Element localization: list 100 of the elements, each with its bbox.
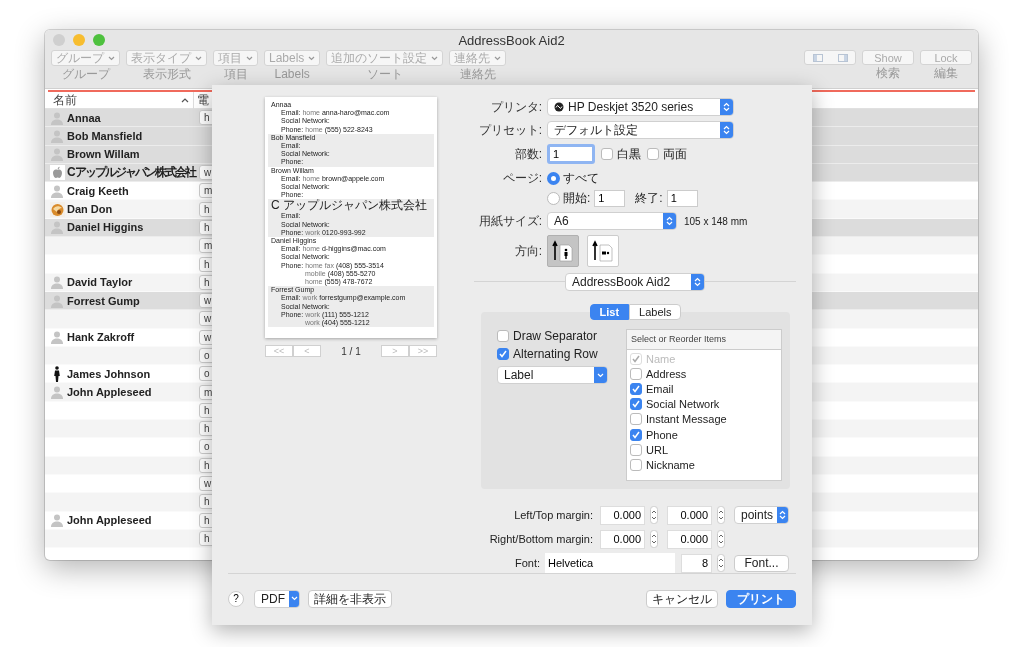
person-icon [50, 330, 64, 345]
person-icon [50, 385, 64, 400]
margin-field[interactable]: 0.000 [667, 505, 712, 525]
chevron-icon [290, 596, 298, 601]
chevron-icon [195, 55, 202, 61]
checkmark-icon [631, 399, 641, 410]
contact-name: Craig Keeth [67, 184, 129, 197]
chevron-icon [246, 55, 253, 61]
contact-name: James Johnson [67, 367, 151, 380]
tab[interactable]: List [589, 304, 630, 320]
stepper-icon[interactable] [717, 530, 725, 548]
chevron-icon [597, 372, 604, 378]
field-label: 終了: [635, 189, 663, 207]
field-label: Font: [513, 557, 540, 569]
contact-name: Dan Don [67, 203, 113, 216]
font-size-field[interactable]: 8 [681, 553, 712, 573]
updown-icon [694, 277, 701, 287]
checkbox[interactable]: Address [630, 366, 781, 382]
from-page-field[interactable]: 1 [594, 189, 626, 207]
copies-field[interactable]: 1 [547, 144, 595, 164]
preset-popup[interactable]: デフォルト設定 [547, 121, 734, 139]
apple-icon [49, 165, 65, 181]
toolbar-label: 項目 [223, 67, 248, 82]
field-label: Right/Bottom margin: [488, 533, 593, 545]
person-icon [50, 128, 64, 143]
standing-figure-icon [52, 365, 62, 382]
field-label: ページ: [501, 169, 542, 187]
contact-name: Bob Mansfield [67, 129, 143, 142]
unit-popup[interactable]: points [734, 506, 789, 524]
checkbox[interactable]: Social Network [630, 396, 781, 412]
field-label: 用紙サイズ: [477, 212, 542, 230]
field-label: 方向: [513, 242, 542, 260]
updown-icon [779, 510, 786, 520]
contact-name: Forrest Gump [67, 294, 140, 307]
landscape-button[interactable] [587, 235, 619, 267]
field-label: プリセット: [477, 121, 542, 139]
page-number: 1 / 1 [341, 345, 361, 357]
chevron-icon [308, 55, 316, 61]
radio-button[interactable]: すべて [547, 169, 599, 187]
checkmark-icon [498, 349, 508, 359]
stepper-icon[interactable] [717, 554, 725, 572]
to-page-field[interactable]: 1 [666, 189, 698, 207]
stepper-icon[interactable] [717, 506, 725, 524]
checkbox[interactable]: 白黒 [601, 145, 641, 163]
checkmark-icon [631, 353, 641, 364]
checkbox[interactable]: 両面 [647, 145, 687, 163]
toolbar-label: Labels [274, 67, 310, 82]
updown-icon [723, 102, 730, 112]
contact-name: Brown Willam [67, 148, 140, 161]
column-header[interactable]: 電 [193, 91, 209, 109]
person-icon [50, 183, 64, 198]
panel-icon [837, 53, 848, 62]
checkmark-icon [631, 383, 641, 394]
person-icon [50, 147, 64, 162]
paper-dimensions: 105 x 148 mm [684, 215, 748, 227]
font-button[interactable]: Font... [734, 554, 789, 572]
checkmark-icon [631, 429, 641, 440]
view-toggle[interactable] [804, 50, 856, 65]
printer-popup[interactable]: HP Deskjet 3520 series [547, 98, 734, 116]
checkbox[interactable]: Nickname [630, 457, 781, 473]
margin-field[interactable]: 0.000 [667, 529, 712, 549]
paper-size-popup[interactable]: A6 [547, 212, 677, 230]
toolbar-label: 検索 [876, 66, 900, 81]
updown-icon [666, 216, 673, 226]
chevron-icon [108, 55, 115, 61]
contact-name: David Taylor [67, 276, 133, 289]
style-popup[interactable]: Label [497, 366, 608, 384]
font-field[interactable]: Helvetica [545, 553, 675, 573]
toolbar-label: 表示形式 [142, 67, 191, 82]
portrait-button[interactable] [547, 235, 579, 267]
tab[interactable]: Labels [629, 304, 682, 320]
toolbar-label: グループ [61, 67, 110, 82]
pdf-popup[interactable]: PDF [254, 589, 300, 608]
checkbox[interactable]: Instant Message [630, 411, 781, 427]
margin-field[interactable]: 0.000 [600, 529, 645, 549]
app-popup[interactable]: AddressBook Aid2 [565, 273, 705, 291]
cancel-button[interactable]: キャンセル [646, 589, 718, 608]
margin-field[interactable]: 0.000 [600, 505, 645, 525]
updown-icon [723, 125, 730, 135]
radio-button[interactable]: 開始: [547, 189, 591, 207]
checkbox[interactable]: Alternating Row [497, 347, 608, 361]
checkbox[interactable]: URL [630, 442, 781, 458]
column-header[interactable]: 名前 [53, 91, 181, 109]
chevron-icon [431, 55, 439, 61]
contact-name: John Appleseed [67, 514, 152, 527]
status-icon [554, 102, 564, 112]
stepper-icon[interactable] [650, 530, 658, 548]
help-button[interactable]: ? [228, 590, 244, 607]
person-icon [50, 110, 64, 125]
stepper-icon[interactable] [650, 506, 658, 524]
checkbox[interactable]: Draw Separator [497, 329, 608, 343]
print-button[interactable]: プリント [726, 589, 796, 608]
hide-details-button[interactable]: 詳細を非表示 [308, 589, 392, 608]
sort-icon [181, 97, 189, 103]
checkbox[interactable]: Phone [630, 426, 781, 443]
checkbox[interactable]: Email [630, 381, 781, 397]
list-header: Select or Reorder Items [627, 330, 781, 350]
field-label: Left/Top margin: [513, 509, 593, 521]
person-icon [50, 275, 64, 290]
field-label: プリンタ: [489, 98, 542, 116]
